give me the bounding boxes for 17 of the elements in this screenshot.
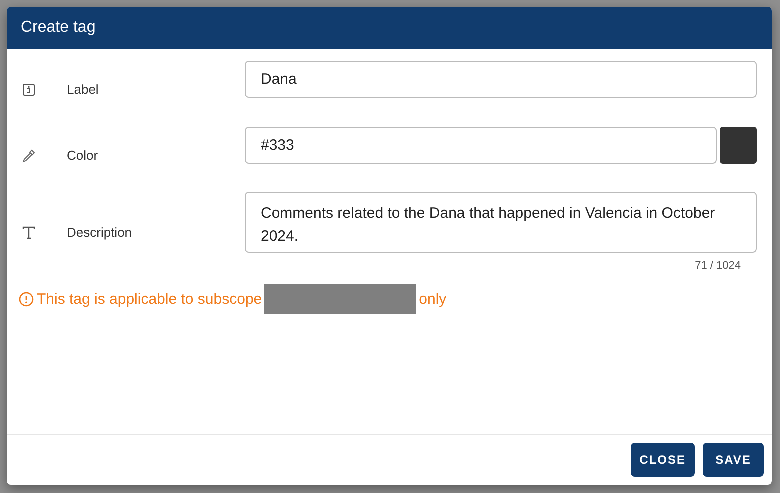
save-button[interactable]: SAVE: [703, 443, 764, 477]
warning-text: only: [419, 290, 447, 308]
warning-icon: [19, 292, 34, 306]
field-label: Color: [67, 148, 100, 163]
eyedropper-icon: [22, 148, 36, 162]
text-icon: [22, 226, 36, 240]
color-swatch[interactable]: [720, 127, 757, 164]
close-button[interactable]: CLOSE: [630, 443, 695, 477]
field-label: Label: [67, 82, 100, 97]
color-field[interactable]: #333: [245, 127, 717, 164]
description-field[interactable]: Comments related to the Dana that happened in Valencia in October 2024.: [245, 192, 757, 253]
character-counter: 71 / 1024: [695, 260, 741, 272]
info-icon: [22, 82, 36, 96]
warning-text: This tag is applicable to subscope: [37, 290, 262, 308]
dialog-title: Create tag: [21, 19, 96, 37]
label-field[interactable]: Dana: [245, 61, 757, 98]
field-label: Description: [67, 225, 134, 240]
